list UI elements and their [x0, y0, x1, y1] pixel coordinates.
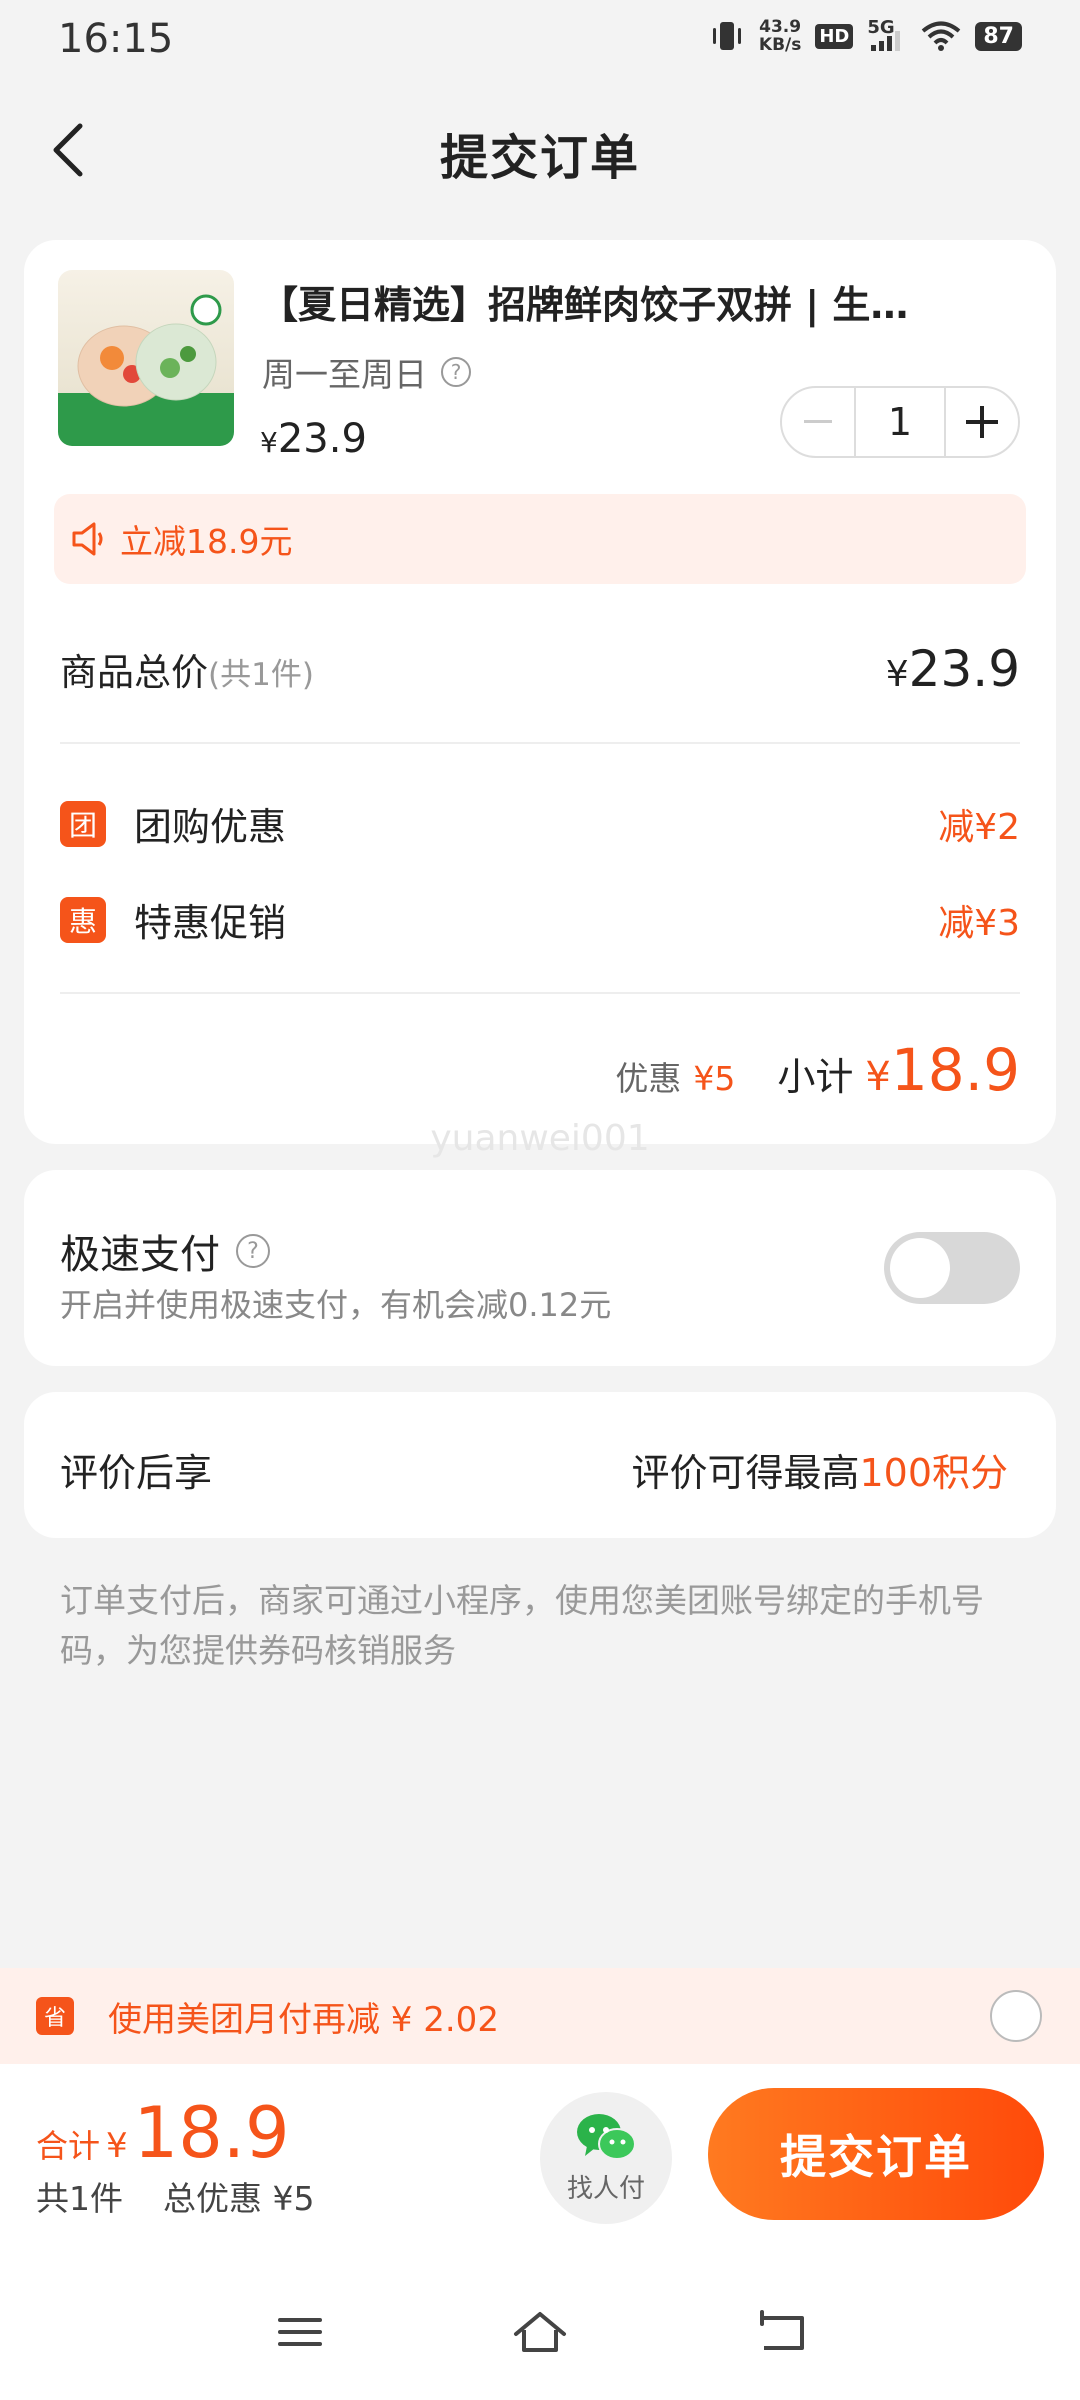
review-reward: 评价可得最高100积分 — [631, 1451, 1008, 1495]
save-icon: 省 — [36, 1997, 74, 2035]
battery-icon: 87 — [975, 21, 1022, 51]
friend-pay-button[interactable]: 找人付 — [540, 2092, 672, 2224]
bottom-bar: 合计 ¥ 18.9 共1件 总优惠 ¥5 找人付 提交订单 — [0, 2064, 1080, 2264]
discount-label: 优惠 — [615, 1059, 682, 1098]
plus-icon — [966, 406, 998, 438]
promo-row-special: 惠 特惠促销 减¥3 — [60, 892, 1020, 947]
wechat-icon — [577, 2113, 636, 2160]
subtotal: 优惠 ¥5 小计 ¥18.9 — [615, 1036, 1020, 1104]
discount-banner: 立减18.9元 — [54, 494, 1026, 584]
home-icon[interactable] — [510, 2304, 570, 2360]
quantity-value[interactable]: 1 — [854, 386, 946, 458]
promo-label: 团购优惠 — [134, 805, 287, 849]
quick-pay-card: 极速支付 ? 开启并使用极速支付，有机会减0.12元 — [24, 1170, 1056, 1366]
system-nav-bar — [0, 2264, 1080, 2400]
promo-label: 特惠促销 — [134, 901, 287, 945]
discount-value: ¥5 — [693, 1059, 736, 1098]
help-icon[interactable]: ? — [236, 1234, 270, 1268]
page-title: 提交订单 — [439, 130, 640, 186]
status-bar: 16:15 43.9 KB/s HD 5G 87 — [0, 0, 1080, 80]
quick-pay-toggle[interactable] — [884, 1232, 1020, 1304]
sum-total: 合计 ¥ 18.9 — [36, 2092, 290, 2174]
product-image[interactable] — [58, 270, 234, 446]
submit-order-button[interactable]: 提交订单 — [708, 2088, 1044, 2220]
product-title[interactable]: 【夏日精选】招牌鲜肉饺子双拼 | 生… — [260, 274, 940, 329]
notice-text: 订单支付后，商家可通过小程序，使用您美团账号绑定的手机号码，为您提供券码核销服务 — [60, 1581, 984, 1670]
divider — [60, 742, 1020, 744]
group-buy-icon: 团 — [60, 800, 106, 847]
hd-icon: HD — [815, 23, 854, 49]
increase-button[interactable] — [946, 386, 1018, 458]
item-count: 共1件 — [36, 2179, 123, 2218]
status-time: 16:15 — [58, 16, 174, 62]
product-validity: 周一至周日 ? — [262, 348, 471, 396]
total-row: 商品总价(共1件) ¥23.9 — [60, 640, 1020, 698]
back-nav-icon[interactable] — [752, 2304, 812, 2360]
discount-banner-text: 立减18.9元 — [120, 522, 293, 561]
total-value: ¥23.9 — [885, 640, 1020, 698]
total-count: (共1件) — [208, 657, 314, 693]
subtotal-value: ¥18.9 — [865, 1036, 1020, 1104]
monthly-pay-bar[interactable]: 省 使用美团月付再减 ¥ 2.02 — [0, 1968, 1080, 2064]
promo-value: 减¥2 — [938, 806, 1020, 848]
watermark: yuanwei001 — [430, 1118, 650, 1159]
order-card: 【夏日精选】招牌鲜肉饺子双拼 | 生… 周一至周日 ? ¥23.9 1 立减18… — [24, 240, 1056, 1144]
total-discount: 总优惠 ¥5 — [163, 2179, 315, 2218]
total-label: 商品总价 — [60, 651, 208, 694]
quick-pay-description: 开启并使用极速支付，有机会减0.12元 — [60, 1286, 612, 1324]
menu-icon[interactable] — [270, 2304, 330, 2360]
vibrate-icon — [712, 22, 741, 50]
review-label: 评价后享 — [60, 1451, 213, 1495]
decrease-button[interactable] — [782, 386, 854, 458]
promo-row-group: 团 团购优惠 减¥2 — [60, 796, 1020, 851]
quick-pay-title: 极速支付 ? — [60, 1222, 270, 1280]
product-price: ¥23.9 — [260, 416, 367, 462]
speaker-icon — [72, 522, 103, 556]
sum-details: 共1件 总优惠 ¥5 — [36, 2172, 314, 2220]
toggle-knob — [890, 1238, 950, 1298]
divider — [60, 992, 1020, 994]
network-speed: 43.9 KB/s — [758, 17, 802, 55]
subtotal-label: 小计 — [777, 1055, 854, 1099]
status-icons: 43.9 KB/s HD 5G 87 — [709, 17, 1022, 55]
promo-value: 减¥3 — [938, 902, 1020, 944]
monthly-pay-text: 使用美团月付再减 ¥ 2.02 — [108, 1999, 499, 2040]
signal-icon: 5G — [867, 17, 907, 53]
quantity-stepper[interactable]: 1 — [780, 386, 1020, 458]
special-offer-icon: 惠 — [60, 896, 106, 943]
minus-icon — [804, 420, 832, 423]
monthly-pay-radio[interactable] — [990, 1990, 1042, 2042]
wifi-icon — [922, 21, 961, 51]
review-card: 评价后享 评价可得最高100积分 — [24, 1392, 1056, 1538]
help-icon[interactable]: ? — [441, 357, 471, 387]
